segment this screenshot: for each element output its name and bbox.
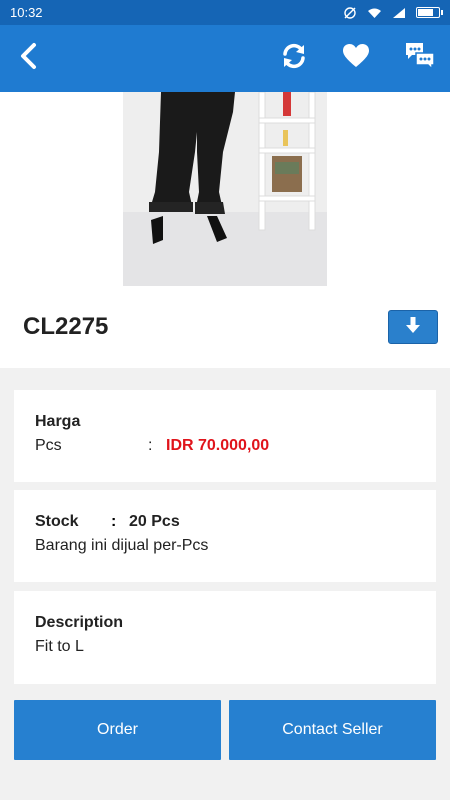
product-header: CL2275: [0, 286, 450, 368]
price-colon: :: [148, 437, 153, 454]
description-text: Fit to L: [35, 638, 84, 655]
heart-icon: [342, 43, 370, 74]
stock-note: Barang ini dijual per-Pcs: [35, 537, 209, 554]
stock-colon: :: [111, 513, 117, 530]
price-value: IDR 70.000,00: [166, 437, 270, 454]
battery-icon: [416, 7, 443, 18]
contact-seller-button[interactable]: Contact Seller: [229, 700, 436, 760]
stock-row: Stock : 20 Pcs: [35, 513, 415, 531]
price-unit: Pcs: [35, 437, 62, 454]
alarm-off-icon: [343, 6, 357, 20]
refresh-icon: [280, 42, 308, 75]
price-card: Harga Pcs : IDR 70.000,00: [14, 390, 436, 482]
back-button[interactable]: [18, 42, 38, 75]
download-button[interactable]: [388, 310, 438, 344]
app-bar: [0, 25, 450, 92]
refresh-button[interactable]: [280, 42, 308, 75]
wifi-icon: [367, 7, 382, 19]
chat-button[interactable]: [404, 41, 436, 76]
price-row: Pcs : IDR 70.000,00: [35, 437, 415, 455]
product-image[interactable]: [123, 92, 327, 286]
status-icons: [343, 6, 443, 20]
app-bar-actions: [280, 41, 436, 76]
chevron-left-icon: [18, 42, 38, 75]
order-button[interactable]: Order: [14, 700, 221, 760]
stock-label: Stock: [35, 513, 79, 530]
description-card: Description Fit to L: [14, 591, 436, 684]
product-image-area: [0, 92, 450, 286]
chat-bubbles-icon: [404, 41, 436, 76]
price-label: Harga: [35, 413, 81, 430]
product-title: CL2275: [23, 313, 109, 340]
description-label: Description: [35, 614, 124, 631]
status-time: 10:32: [10, 5, 43, 20]
status-bar: 10:32: [0, 0, 450, 25]
stock-card: Stock : 20 Pcs Barang ini dijual per-Pcs: [14, 490, 436, 582]
arrow-down-icon: [404, 316, 422, 339]
favorite-button[interactable]: [342, 43, 370, 74]
stock-value: 20 Pcs: [129, 513, 180, 530]
signal-icon: [392, 7, 406, 19]
